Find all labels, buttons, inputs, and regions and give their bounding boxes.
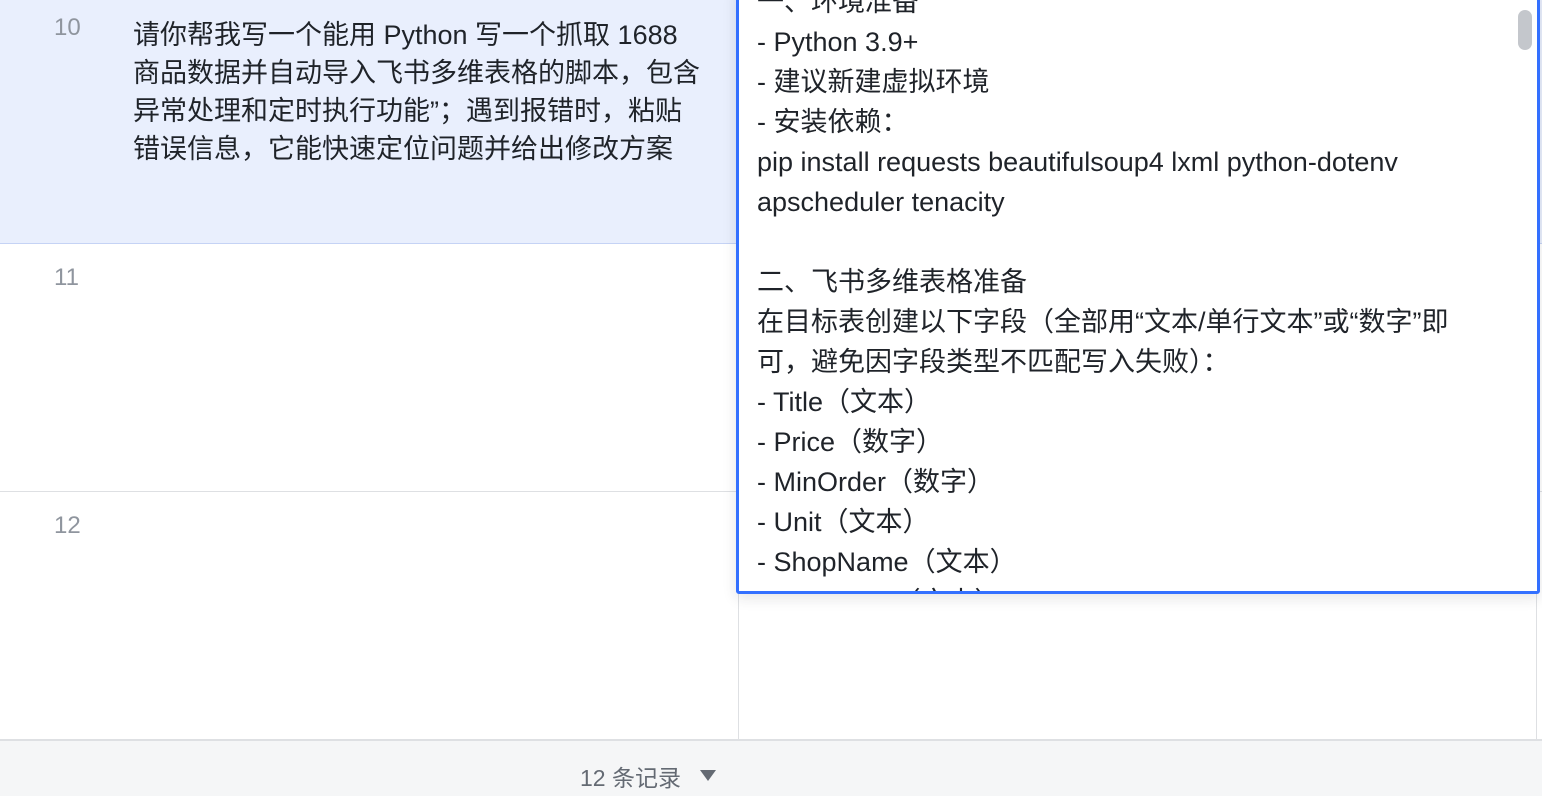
cell-text-line: 商品数据并自动导入飞书多维表格的脚本，包含 <box>133 58 700 88</box>
cell-prompt-text[interactable]: 请你帮我写一个能用 Python 写一个抓取 1688 商品数据并自动导入飞书多… <box>133 16 729 168</box>
editor-line: - Price（数字） <box>757 427 944 457</box>
editor-content[interactable]: 一、环境准备 - Python 3.9+ - 建议新建虚拟环境 - 安装依赖： … <box>757 0 1517 591</box>
editor-line: - Python 3.9+ <box>757 27 919 57</box>
caret-down-icon[interactable] <box>700 770 716 781</box>
editor-line: apscheduler tenacity <box>757 187 1005 217</box>
editor-line: - Title（文本） <box>757 387 932 417</box>
editor-line: 二、飞书多维表格准备 <box>757 267 1027 297</box>
scrollbar-thumb[interactable] <box>1518 10 1532 50</box>
cell-editor[interactable]: 一、环境准备 - Python 3.9+ - 建议新建虚拟环境 - 安装依赖： … <box>736 0 1540 594</box>
editor-line: - MinOrder（数字） <box>757 467 995 497</box>
editor-line: 可，避免因字段类型不匹配写入失败）： <box>757 347 1230 377</box>
editor-line: - Unit（文本） <box>757 507 930 537</box>
row-number: 10 <box>54 14 81 41</box>
editor-line: - 建议新建虚拟环境 <box>757 67 990 97</box>
editor-line: - ShopName（文本） <box>757 547 1017 577</box>
editor-line: - ProductID（文本） <box>757 582 1517 591</box>
record-count[interactable]: 12 条记录 <box>580 759 681 793</box>
editor-line: - 安装依赖： <box>757 107 909 137</box>
editor-line: pip install requests beautifulsoup4 lxml… <box>757 147 1398 177</box>
editor-line: 在目标表创建以下字段（全部用“文本/单行文本”或“数字”即 <box>757 307 1449 337</box>
editor-line: 一、环境准备 <box>757 0 919 17</box>
cell-text-line: 请你帮我写一个能用 Python 写一个抓取 1688 <box>133 20 678 50</box>
row-number: 12 <box>54 512 81 539</box>
cell-text-line: 错误信息，它能快速定位问题并给出修改方案 <box>133 134 673 164</box>
footer-bar: 12 条记录 <box>0 740 1542 796</box>
cell-text-line: 异常处理和定时执行功能”；遇到报错时，粘贴 <box>133 96 682 126</box>
row-number: 11 <box>54 264 79 291</box>
